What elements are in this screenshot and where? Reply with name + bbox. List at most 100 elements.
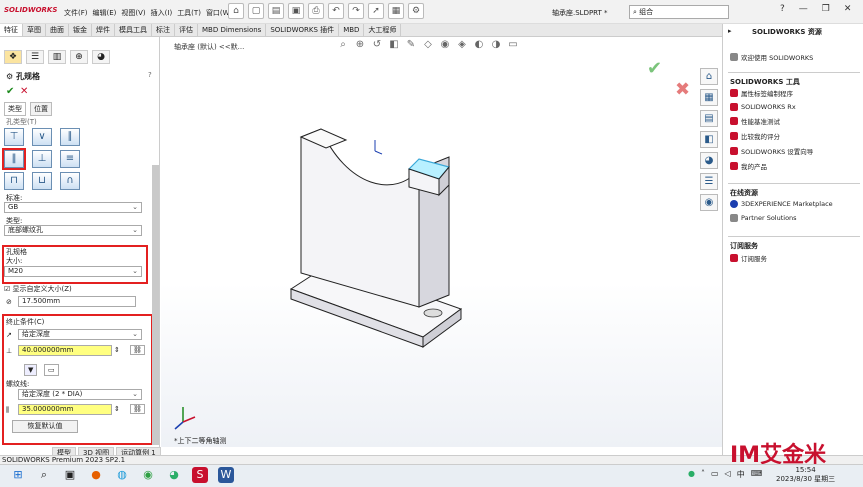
counterbore-slot-icon[interactable]: ⊓ <box>4 172 24 190</box>
options-icon[interactable]: ⚙ <box>408 3 424 19</box>
property-manager-icon[interactable]: ☰ <box>26 50 44 64</box>
online-item[interactable]: 3DEXPERIENCE Marketplace <box>730 200 833 208</box>
print-icon[interactable]: ⎙ <box>308 3 324 19</box>
online-item[interactable]: Partner Solutions <box>730 214 833 222</box>
thread-select[interactable]: 给定深度 (2 * DIA) ⌄ <box>18 389 142 400</box>
edge-icon[interactable]: ◍ <box>114 467 130 483</box>
design-library-icon[interactable]: ▦ <box>700 89 718 106</box>
arrow-right-icon[interactable]: ▸ <box>728 27 732 35</box>
firefox-icon[interactable]: ● <box>88 467 104 483</box>
slot-icon[interactable]: ∩ <box>60 172 80 190</box>
type-select[interactable]: 底部螺纹孔 ⌄ <box>4 225 142 236</box>
countersink-icon[interactable]: ∨ <box>32 128 52 146</box>
thread-link-icon[interactable]: ⛓ <box>130 404 145 414</box>
tab-type[interactable]: 类型 <box>4 102 26 116</box>
wechat-icon[interactable]: ◕ <box>166 467 182 483</box>
tapered-tap-icon[interactable]: ⊥ <box>32 150 52 168</box>
tab-mold-tools[interactable]: 模具工具 <box>115 24 152 36</box>
save-icon[interactable]: ▣ <box>288 3 304 19</box>
menu-view[interactable]: 视图(V) <box>121 8 145 18</box>
maximize-icon[interactable]: ❐ <box>822 4 830 14</box>
menu-edit[interactable]: 编辑(E) <box>93 8 117 18</box>
solidworks-taskbar-icon[interactable]: S <box>192 467 208 483</box>
legacy-hole-icon[interactable]: ≡ <box>60 150 80 168</box>
close-icon[interactable]: ✕ <box>844 4 852 14</box>
search-input[interactable]: ⌕ 组合 <box>629 5 729 19</box>
feature-manager-icon[interactable]: ❖ <box>4 50 22 64</box>
depth-spinner-icon[interactable]: ⇕ <box>114 346 120 354</box>
depth-input[interactable]: 40.000000mm <box>18 345 112 356</box>
redo-icon[interactable]: ↷ <box>348 3 364 19</box>
configuration-manager-icon[interactable]: ▥ <box>48 50 66 64</box>
input-language[interactable]: 中 <box>737 469 745 480</box>
home-icon[interactable]: ⌂ <box>700 68 718 85</box>
countersink-slot-icon[interactable]: ⊔ <box>32 172 52 190</box>
thread-depth-input[interactable]: 35.000000mm <box>18 404 112 415</box>
word-icon[interactable]: W <box>218 467 234 483</box>
solidworks-logo[interactable]: SOLIDWORKS <box>4 6 57 14</box>
solidworks-forum-icon[interactable]: ◉ <box>700 194 718 211</box>
windows-start-icon[interactable]: ⊞ <box>10 467 26 483</box>
tab-engineer[interactable]: 大工程师 <box>364 24 402 36</box>
tab-sheetmetal[interactable]: 钣金 <box>69 24 92 36</box>
home-icon[interactable]: ⌂ <box>228 3 244 19</box>
tool-item[interactable]: SOLIDWORKS 设置向导 <box>730 146 813 156</box>
custom-properties-icon[interactable]: ☰ <box>700 173 718 190</box>
dimxpert-icon[interactable]: ⊕ <box>70 50 88 64</box>
link-icon[interactable]: ⛓ <box>130 345 145 355</box>
view-palette-icon[interactable]: ◧ <box>700 131 718 148</box>
tab-sketch[interactable]: 草图 <box>23 24 46 36</box>
tool-item[interactable]: 属性标签编制程序 <box>730 88 813 98</box>
display-manager-icon[interactable]: ◕ <box>92 50 110 64</box>
clock[interactable]: 15:54 2023/8/30 星期三 <box>776 466 835 484</box>
menu-insert[interactable]: 插入(I) <box>151 8 173 18</box>
tab-position[interactable]: 位置 <box>30 102 52 116</box>
ok-check-icon[interactable]: ✔ <box>6 86 14 97</box>
tab-mbd[interactable]: MBD <box>339 24 365 36</box>
chevron-up-icon[interactable]: ˄ <box>701 469 705 480</box>
tab-features[interactable]: 特征 <box>0 24 23 36</box>
custom-size-checkbox[interactable]: ☑ 显示自定义大小(Z) <box>4 284 72 294</box>
pm-help-icon[interactable]: ? <box>148 71 152 79</box>
rebuild-icon[interactable]: ▦ <box>388 3 404 19</box>
counterbore-icon[interactable]: ⊤ <box>4 128 24 146</box>
tab-markup[interactable]: 标注 <box>152 24 175 36</box>
bearing-block-model[interactable]: ✔ ✖ <box>161 37 722 447</box>
thread-depth-spinner-icon[interactable]: ⇕ <box>114 405 120 413</box>
restore-defaults-button[interactable]: 恢复默认值 <box>12 420 78 433</box>
tip-angle-icon[interactable]: ▼ <box>24 364 38 376</box>
network-icon[interactable]: ▭ <box>711 469 719 480</box>
minimize-icon[interactable]: — <box>799 4 808 14</box>
task-view-icon[interactable]: ▣ <box>62 467 78 483</box>
tab-mbd-dimensions[interactable]: MBD Dimensions <box>198 24 267 36</box>
custom-size-input[interactable]: 17.500mm <box>18 296 136 307</box>
undo-icon[interactable]: ↶ <box>328 3 344 19</box>
confirm-cancel-icon[interactable]: ✖ <box>675 79 690 100</box>
tab-weldments[interactable]: 焊件 <box>92 24 115 36</box>
menu-tools[interactable]: 工具(T) <box>177 8 201 18</box>
welcome-link[interactable]: 欢迎使用 SOLIDWORKS <box>730 52 813 62</box>
hole-icon[interactable]: ∥ <box>60 128 80 146</box>
tool-item[interactable]: 性能基准测试 <box>730 116 813 126</box>
flat-tip-icon[interactable]: ▭ <box>44 364 59 376</box>
cancel-x-icon[interactable]: ✕ <box>20 86 28 97</box>
direction-icon[interactable]: ↗ <box>6 331 12 339</box>
new-icon[interactable]: ▢ <box>248 3 264 19</box>
tool-item[interactable]: 我的产品 <box>730 161 813 171</box>
straight-tap-icon[interactable]: ‖ <box>2 148 26 170</box>
tab-surface[interactable]: 曲面 <box>46 24 69 36</box>
appearances-icon[interactable]: ◕ <box>700 152 718 169</box>
search-icon[interactable]: ⌕ <box>36 467 52 483</box>
subscription-item[interactable]: 订阅服务 <box>730 253 767 263</box>
standard-select[interactable]: GB ⌄ <box>4 202 142 213</box>
tool-item[interactable]: SOLIDWORKS Rx <box>730 103 813 111</box>
size-select[interactable]: M20 ⌄ <box>4 266 142 277</box>
file-explorer-icon[interactable]: ▤ <box>700 110 718 127</box>
end-condition-select[interactable]: 给定深度 ⌄ <box>18 329 142 340</box>
open-icon[interactable]: ▤ <box>268 3 284 19</box>
menu-file[interactable]: 文件(F) <box>64 8 88 18</box>
help-icon[interactable]: ? <box>780 4 785 14</box>
input-mode-icon[interactable]: ⌨ <box>751 469 763 480</box>
chrome-icon[interactable]: ◉ <box>140 467 156 483</box>
tray-app-icon[interactable]: ● <box>688 469 695 480</box>
